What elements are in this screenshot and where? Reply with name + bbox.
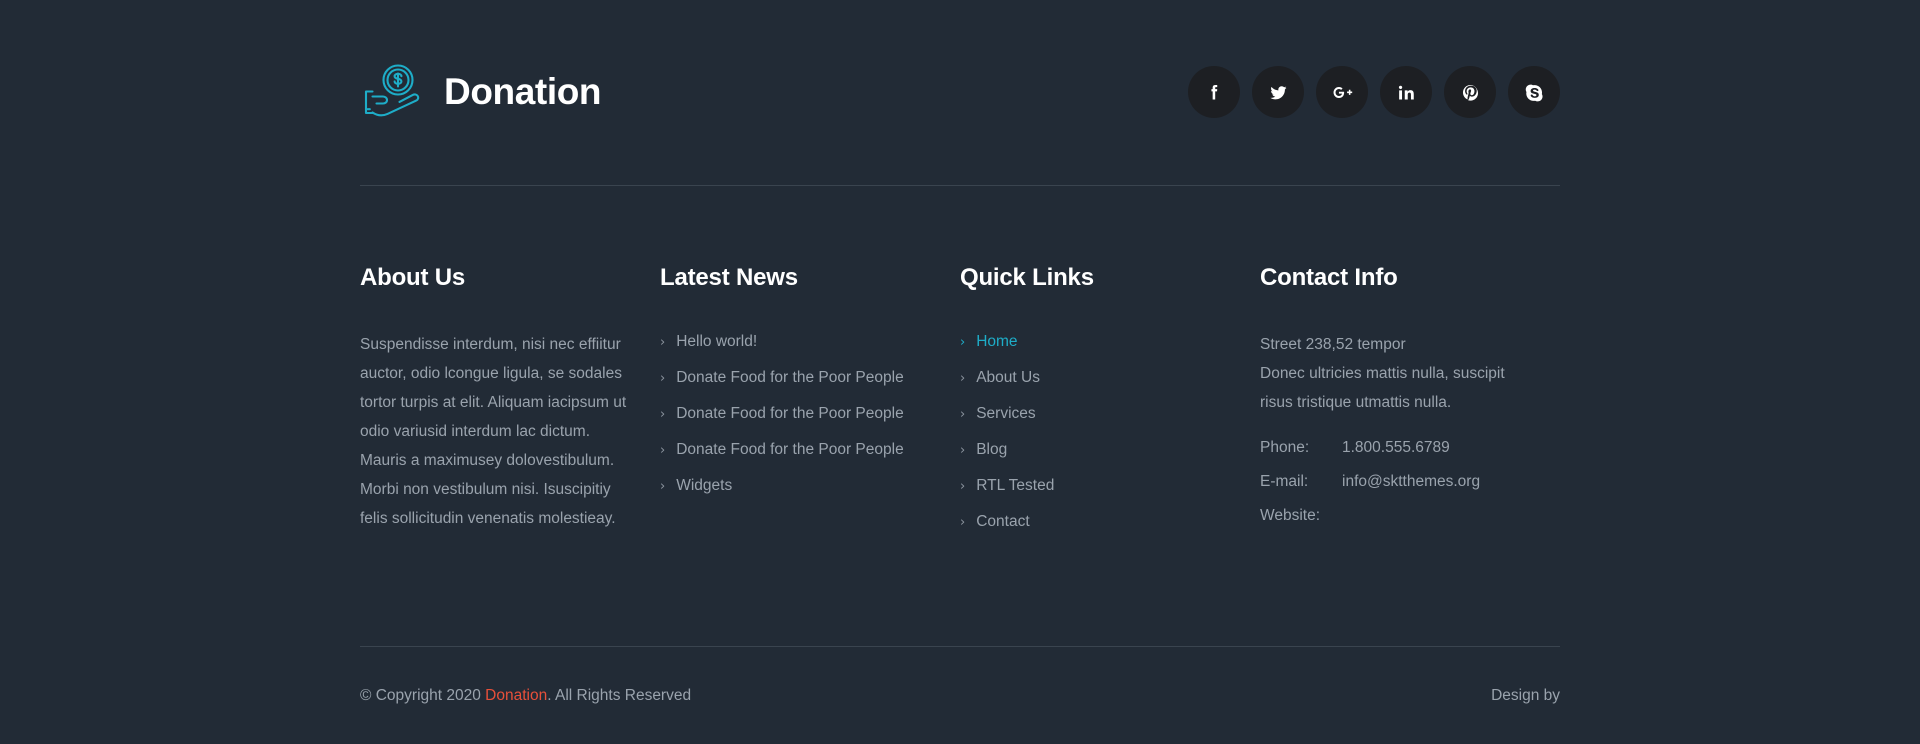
- quick-link-label: About Us: [976, 368, 1040, 386]
- list-item-label: Hello world!: [676, 332, 758, 350]
- chevron-right-icon: ›: [960, 406, 966, 422]
- pinterest-icon: [1462, 84, 1478, 101]
- quick-link-label: Blog: [976, 440, 1008, 458]
- footer-column-contact-info: Contact Info Street 238,52 tempor Donec …: [1260, 264, 1560, 646]
- quick-link-blog[interactable]: › Blog: [960, 438, 1230, 461]
- chevron-right-icon: ›: [660, 406, 666, 422]
- chevron-right-icon: ›: [960, 478, 966, 494]
- linkedin-icon: [1398, 85, 1414, 100]
- quick-links-title: Quick Links: [960, 263, 1094, 291]
- quick-link-label: Services: [976, 404, 1036, 422]
- google-plus-icon: [1333, 86, 1352, 98]
- footer-top-bar: Donation: [360, 0, 1560, 185]
- twitter-icon: [1269, 86, 1287, 100]
- quick-link-label: RTL Tested: [976, 476, 1055, 494]
- hand-holding-dollar-coin-icon: [360, 63, 422, 121]
- contact-row-website: Website:: [1260, 507, 1530, 525]
- list-item[interactable]: › Widgets: [660, 474, 930, 497]
- quick-link-contact[interactable]: › Contact: [960, 510, 1230, 533]
- chevron-right-icon: ›: [660, 478, 666, 494]
- social-link-linkedin[interactable]: [1380, 66, 1432, 119]
- quick-link-label: Contact: [976, 512, 1030, 530]
- facebook-icon: [1210, 84, 1217, 100]
- quick-link-rtl-tested[interactable]: › RTL Tested: [960, 474, 1230, 497]
- list-item[interactable]: › Hello world!: [660, 330, 930, 353]
- quick-link-home[interactable]: › Home: [960, 330, 1230, 353]
- about-text: Suspendisse interdum, nisi nec effiitur …: [360, 335, 627, 527]
- chevron-right-icon: ›: [960, 334, 966, 350]
- site-footer: Donation About Us Suspendisse interdum, …: [0, 0, 1920, 744]
- social-link-facebook[interactable]: [1188, 66, 1240, 119]
- footer-column-quick-links: Quick Links › Home › About Us › Services…: [960, 264, 1260, 646]
- quick-link-services[interactable]: › Services: [960, 402, 1230, 425]
- chevron-right-icon: ›: [960, 514, 966, 530]
- copyright-prefix: © Copyright 2020: [360, 686, 486, 704]
- contact-address: Street 238,52 tempor Donec ultricies mat…: [1260, 335, 1505, 411]
- contact-label: Phone:: [1260, 438, 1310, 456]
- about-title: About Us: [360, 263, 466, 291]
- social-link-twitter[interactable]: [1252, 66, 1304, 119]
- list-item[interactable]: › Donate Food for the Poor People: [660, 366, 930, 389]
- skype-icon: [1525, 84, 1543, 102]
- chevron-right-icon: ›: [960, 370, 966, 386]
- list-item-label: Widgets: [676, 476, 733, 494]
- list-item[interactable]: › Donate Food for the Poor People: [660, 438, 930, 461]
- contact-row-email: E-mail: info@sktthemes.org: [1260, 473, 1530, 491]
- quick-links-list: › Home › About Us › Services › Blog › RT…: [960, 330, 1230, 533]
- footer-column-latest-news: Latest News › Hello world! › Donate Food…: [660, 264, 960, 646]
- contact-detail-rows: Phone: 1.800.555.6789 E-mail: info@sktth…: [1260, 439, 1530, 525]
- contact-value-phone[interactable]: 1.800.555.6789: [1342, 439, 1450, 457]
- chevron-right-icon: ›: [660, 442, 666, 458]
- copyright-brand-link[interactable]: Donation: [485, 687, 547, 704]
- list-item-label: Donate Food for the Poor People: [676, 440, 904, 458]
- chevron-right-icon: ›: [660, 334, 666, 350]
- brand-name: Donation: [444, 71, 602, 113]
- contact-label: E-mail:: [1260, 472, 1309, 490]
- footer-column-about: About Us Suspendisse interdum, nisi nec …: [360, 264, 660, 646]
- copyright-suffix: . All Rights Reserved: [547, 686, 692, 704]
- social-link-pinterest[interactable]: [1444, 66, 1496, 119]
- design-by-text: Design by: [1491, 686, 1560, 704]
- contact-label: Website:: [1260, 506, 1321, 524]
- list-item[interactable]: › Donate Food for the Poor People: [660, 402, 930, 425]
- social-link-google-plus[interactable]: [1316, 66, 1368, 119]
- footer-columns: About Us Suspendisse interdum, nisi nec …: [360, 186, 1560, 646]
- brand-logo-group[interactable]: Donation: [360, 63, 602, 121]
- quick-link-about-us[interactable]: › About Us: [960, 366, 1230, 389]
- footer-bottom-bar: © Copyright 2020 Donation. All Rights Re…: [360, 647, 1560, 744]
- quick-link-label: Home: [976, 332, 1018, 350]
- latest-news-title: Latest News: [660, 263, 798, 291]
- contact-value-email[interactable]: info@sktthemes.org: [1342, 473, 1480, 491]
- latest-news-list: › Hello world! › Donate Food for the Poo…: [660, 330, 930, 497]
- contact-info-title: Contact Info: [1260, 263, 1398, 291]
- chevron-right-icon: ›: [660, 370, 666, 386]
- contact-row-phone: Phone: 1.800.555.6789: [1260, 439, 1530, 457]
- chevron-right-icon: ›: [960, 442, 966, 458]
- list-item-label: Donate Food for the Poor People: [676, 404, 904, 422]
- social-links: [1188, 66, 1560, 119]
- list-item-label: Donate Food for the Poor People: [676, 368, 904, 386]
- copyright-text: © Copyright 2020 Donation. All Rights Re…: [360, 687, 691, 705]
- social-link-skype[interactable]: [1508, 66, 1560, 119]
